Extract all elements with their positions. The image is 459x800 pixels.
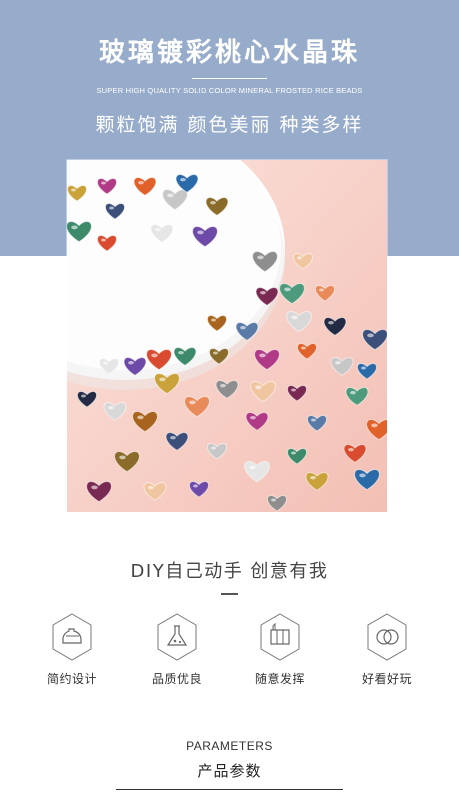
bead-highlight	[348, 447, 354, 452]
feature-quality: 品质优良	[125, 612, 229, 687]
bead-highlight	[91, 485, 98, 490]
bead-highlight	[271, 498, 276, 502]
bead-highlight	[167, 193, 174, 198]
feature-freedom: 随意发挥	[228, 612, 332, 687]
bead-highlight	[371, 423, 378, 428]
feature-simple-design: 简约设计	[20, 612, 124, 687]
bead-highlight	[71, 225, 78, 230]
parameters-heading-en: PARAMETERS	[186, 739, 273, 753]
bead-highlight	[159, 377, 166, 382]
bead-highlight	[180, 177, 186, 182]
bead-highlight	[81, 394, 86, 398]
bead-highlight	[310, 475, 316, 480]
bead-highlight	[255, 385, 262, 390]
bead-highlight	[257, 255, 264, 260]
bead-highlight	[103, 361, 108, 365]
bead-highlight	[249, 465, 256, 470]
title-divider	[192, 78, 267, 79]
rings-icon	[367, 613, 407, 661]
bead-highlight	[138, 180, 144, 185]
iron-icon	[52, 613, 92, 661]
bead-highlight	[297, 256, 302, 260]
bead-highlight	[359, 473, 366, 478]
bead-highlight	[319, 288, 324, 292]
bead-highlight	[211, 318, 216, 322]
bead-highlight	[178, 350, 184, 355]
feature-fun: 好看好玩	[335, 612, 439, 687]
bead-highlight	[211, 446, 216, 450]
product-photo	[67, 160, 387, 512]
bead-highlight	[260, 290, 266, 295]
diy-heading: DIY自己动手 创意有我	[130, 561, 329, 582]
bead-highlight	[361, 366, 366, 370]
page-title: 玻璃镀彩桃心水晶珠	[98, 38, 360, 68]
bead-highlight	[170, 435, 176, 440]
bead-highlight	[210, 200, 216, 205]
bead-highlight	[197, 230, 204, 235]
bead-highlight	[128, 360, 134, 365]
bead-highlight	[137, 415, 144, 420]
bead-highlight	[148, 485, 154, 490]
parameters-heading-cn: 产品参数	[197, 762, 262, 780]
flask-icon	[157, 613, 197, 661]
bead-highlight	[220, 383, 226, 388]
bead-highlight	[193, 484, 198, 488]
bead-highlight	[291, 451, 296, 455]
palette-icon	[260, 613, 300, 661]
heart-beads-photo	[67, 160, 387, 512]
bead-highlight	[250, 415, 256, 420]
bead-highlight	[291, 315, 298, 320]
bead-highlight	[71, 188, 76, 192]
bead-highlight	[189, 400, 196, 405]
feature-label: 好看好玩	[361, 672, 412, 686]
bead-highlight	[155, 227, 161, 232]
bead-highlight	[119, 455, 126, 460]
feature-label: 简约设计	[46, 672, 97, 686]
bead-highlight	[311, 418, 316, 422]
bead-highlight	[259, 353, 266, 358]
feature-label: 品质优良	[151, 672, 202, 686]
bead-highlight	[367, 333, 374, 338]
bead-highlight	[328, 320, 334, 325]
feature-label: 随意发挥	[254, 672, 305, 686]
bead-highlight	[301, 346, 306, 350]
diy-divider	[221, 593, 238, 595]
english-subtitle: SUPER HIGH QUALITY SOLID COLOR MINERAL F…	[96, 86, 363, 95]
bead-highlight	[335, 360, 341, 365]
bead-highlight	[101, 238, 106, 242]
parameters-divider	[116, 789, 343, 790]
tagline: 颗粒饱满 颜色美丽 种类多样	[95, 114, 364, 136]
bead-highlight	[284, 287, 291, 292]
bead-highlight	[109, 206, 114, 210]
bead-highlight	[350, 390, 356, 395]
bead-highlight	[101, 181, 106, 185]
bead-highlight	[240, 325, 246, 330]
bead-highlight	[151, 353, 158, 358]
bead-highlight	[213, 351, 218, 355]
bead-highlight	[291, 388, 296, 392]
bead-highlight	[108, 405, 114, 410]
